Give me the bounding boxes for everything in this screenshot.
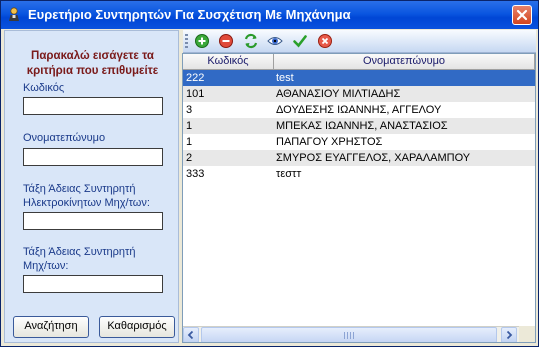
electric-license-label-line-1: Τάξη Άδειας Συντηρητή — [23, 183, 136, 195]
table-row[interactable]: 3 ΔΟΥΔΕΣΗΣ ΙΩΑΝΝΗΣ, ΑΓΓΕΛΟΥ — [183, 102, 535, 118]
table-row[interactable]: 2 ΣΜΥΡΟΣ ΕΥΑΓΓΕΛΟΣ, ΧΑΡΑΛΑΜΠΟΥ — [183, 150, 535, 166]
scroll-thumb[interactable] — [201, 327, 497, 342]
search-criteria-panel: Παρακαλώ εισάγετε τα κριτήρια που επιθυμ… — [4, 30, 179, 343]
scroll-right-button[interactable] — [501, 327, 517, 342]
license-label-line-2: Μηχ/των: — [23, 260, 69, 272]
row-code: 3 — [186, 104, 193, 116]
code-label: Κωδικός — [23, 82, 65, 94]
confirm-icon[interactable] — [292, 33, 308, 49]
toolbar-grip[interactable] — [185, 34, 188, 48]
add-icon[interactable] — [194, 33, 210, 49]
row-name: ΔΟΥΔΕΣΗΣ ΙΩΑΝΝΗΣ, ΑΓΓΕΛΟΥ — [276, 104, 442, 116]
row-code: 1 — [186, 120, 193, 132]
license-input[interactable] — [23, 275, 163, 293]
name-label: Ονοματεπώνυμο — [23, 132, 106, 144]
view-icon[interactable] — [267, 33, 283, 49]
close-button[interactable] — [512, 5, 532, 25]
code-input[interactable] — [23, 97, 163, 115]
table-row[interactable]: 1 ΜΠΕΚΑΣ ΙΩΑΝΝΗΣ, ΑΝΑΣΤΑΣΙΟΣ — [183, 118, 535, 134]
instruction-text: Παρακαλώ εισάγετε τα κριτήρια που επιθυμ… — [5, 49, 180, 79]
table-row[interactable]: 1 ΠΑΠΑΓΟΥ ΧΡΗΣΤΟΣ — [183, 134, 535, 150]
license-label: Τάξη Άδειας Συντηρητή Μηχ/των: — [23, 245, 136, 273]
window-title: Ευρετήριο Συντηρητών Για Συσχέτιση Με Μη… — [28, 7, 351, 22]
main-window: Ευρετήριο Συντηρητών Για Συσχέτιση Με Μη… — [0, 0, 539, 347]
row-code: 101 — [186, 88, 205, 100]
instruction-line-1: Παρακαλώ εισάγετε τα — [31, 50, 154, 62]
scroll-left-button[interactable] — [183, 327, 199, 342]
license-label-line-1: Τάξη Άδειας Συντηρητή — [23, 246, 136, 258]
search-button[interactable]: Αναζήτηση — [13, 316, 89, 338]
grid-header: Κωδικός Ονοματεπώνυμο — [183, 54, 535, 70]
title-bar[interactable]: Ευρετήριο Συντηρητών Για Συσχέτιση Με Μη… — [1, 1, 538, 29]
refresh-icon[interactable] — [243, 33, 259, 49]
cancel-icon[interactable] — [317, 33, 333, 49]
remove-icon[interactable] — [218, 33, 234, 49]
row-name: τεστт — [276, 168, 302, 180]
column-header-code[interactable]: Κωδικός — [183, 54, 274, 69]
row-code: 1 — [186, 136, 193, 148]
electric-license-input[interactable] — [23, 212, 163, 230]
arrow-right-icon — [506, 330, 513, 340]
clear-button[interactable]: Καθαρισμός — [99, 316, 175, 338]
electric-license-label: Τάξη Άδειας Συντηρητή Ηλεκτροκίνητων Μηχ… — [23, 182, 150, 210]
row-code: 333 — [186, 168, 205, 180]
table-row[interactable]: 333 τεστт — [183, 166, 535, 182]
row-name: ΜΠΕΚΑΣ ΙΩΑΝΝΗΣ, ΑΝΑΣΤΑΣΙΟΣ — [276, 120, 448, 132]
row-code: 222 — [186, 72, 205, 84]
table-row[interactable]: 101 ΑΘΑΝΑΣΙΟΥ ΜΙΛΤΙΑΔΗΣ — [183, 86, 535, 102]
close-icon — [516, 9, 528, 21]
row-name: ΣΜΥΡΟΣ ΕΥΑΓΓΕΛΟΣ, ΧΑΡΑΛΑΜΠΟΥ — [276, 152, 471, 164]
row-name: test — [276, 72, 294, 84]
column-header-name[interactable]: Ονοματεπώνυμο — [274, 54, 535, 69]
app-icon — [9, 7, 19, 21]
horizontal-scrollbar[interactable] — [183, 326, 535, 342]
results-grid: Κωδικός Ονοματεπώνυμο 222 test 101 ΑΘΑΝΑ… — [182, 53, 536, 343]
thumb-grip — [344, 332, 354, 339]
table-row[interactable]: 222 test — [183, 70, 535, 86]
name-input[interactable] — [23, 148, 163, 166]
arrow-left-icon — [187, 330, 194, 340]
resize-corner[interactable] — [519, 326, 535, 342]
row-name: ΑΘΑΝΑΣΙΟΥ ΜΙΛΤΙΑΔΗΣ — [276, 88, 401, 100]
grid-toolbar — [183, 30, 536, 53]
row-name: ΠΑΠΑΓΟΥ ΧΡΗΣΤΟΣ — [276, 136, 383, 148]
electric-license-label-line-2: Ηλεκτροκίνητων Μηχ/των: — [23, 197, 150, 209]
row-code: 2 — [186, 152, 193, 164]
instruction-line-2: κριτήρια που επιθυμείτε — [26, 65, 159, 77]
